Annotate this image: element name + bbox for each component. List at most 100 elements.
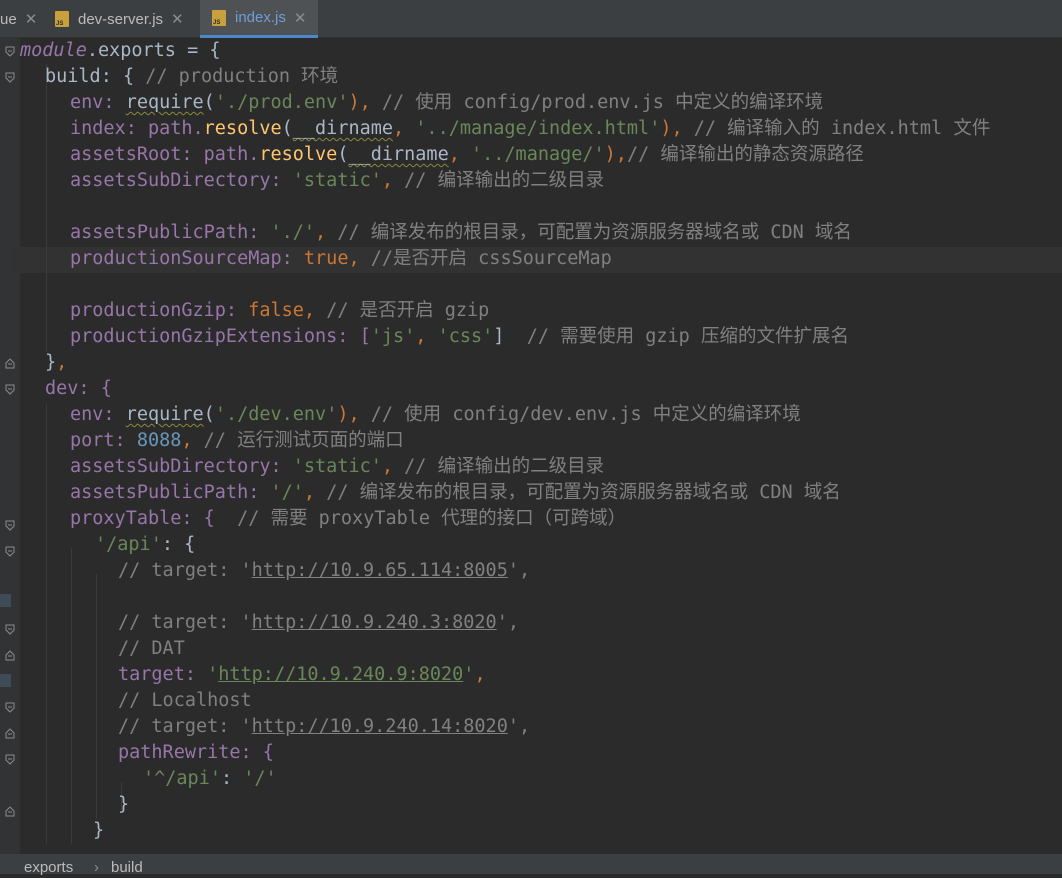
code-url[interactable]: http://10.9.65.114:8005 <box>252 560 508 581</box>
code-comment: // 是否开启 gzip <box>326 300 490 321</box>
code-line-6[interactable]: assetsSubDirectory: 'static', // 编译输出的二级… <box>20 168 604 194</box>
code-line-24[interactable]: // DAT <box>20 636 185 662</box>
tab-label: ue <box>0 10 17 28</box>
code-line-23[interactable]: // target: 'http://10.9.240.3:8020', <box>20 610 519 636</box>
code-line-15[interactable]: env: require('./dev.env'), // 使用 config/… <box>20 402 801 428</box>
code-line-8[interactable]: assetsPublicPath: './', // 编译发布的根目录，可配置为… <box>20 220 852 246</box>
code-line-18[interactable]: assetsPublicPath: '/', // 编译发布的根目录，可配置为资… <box>20 480 841 506</box>
tab-dev-server-js[interactable]: dev-server.js ✕ <box>46 0 200 38</box>
code-line-29[interactable]: '^/api': '/' <box>20 766 277 792</box>
code-line-21[interactable]: // target: 'http://10.9.65.114:8005', <box>20 558 530 584</box>
javascript-file-icon <box>55 11 69 27</box>
tab-partial-vue-file[interactable]: ue ✕ <box>0 0 46 38</box>
fold-close-icon[interactable] <box>5 728 15 739</box>
code-token: env: <box>70 404 126 425</box>
code-line-5[interactable]: assetsRoot: path.resolve(__dirname, '../… <box>20 142 864 168</box>
code-string: 'css' <box>437 326 494 347</box>
code-token: , <box>303 300 327 321</box>
code-token: resolve <box>259 144 338 165</box>
code-token: , <box>303 482 327 503</box>
code-line-9[interactable]: productionSourceMap: true, //是否开启 cssSou… <box>20 246 612 272</box>
code-string: '/' <box>270 482 304 503</box>
code-comment: // 需要使用 gzip 压缩的文件扩展名 <box>526 326 849 347</box>
code-line-12[interactable]: productionGzipExtensions: ['js', 'css'] … <box>20 324 849 350</box>
fold-open-icon[interactable] <box>5 546 15 557</box>
code-line-31[interactable]: } <box>20 818 104 844</box>
code-string: '../manage/index.html' <box>415 118 661 139</box>
code-url[interactable]: http://10.9.240.3:8020 <box>252 612 497 633</box>
code-token: dev: { <box>45 378 112 399</box>
code-token: , <box>315 222 338 243</box>
code-token: .exports = { <box>86 40 221 61</box>
code-comment: // 编译输出的二级目录 <box>404 170 605 191</box>
code-line-11[interactable]: productionGzip: false, // 是否开启 gzip <box>20 298 489 324</box>
close-icon[interactable]: ✕ <box>294 9 307 27</box>
code-token: , <box>381 170 405 191</box>
code-line-26[interactable]: // Localhost <box>20 688 252 714</box>
fold-close-icon[interactable] <box>5 806 15 817</box>
code-line-2[interactable]: build: { // production 环境 <box>20 64 338 90</box>
change-marker[interactable] <box>0 674 11 687</box>
tab-index-js[interactable]: index.js ✕ <box>200 0 318 38</box>
code-number: 8088 <box>136 430 182 451</box>
code-token: pathRewrite: { <box>118 742 274 763</box>
fold-open-icon[interactable] <box>5 624 15 635</box>
code-token: port: <box>70 430 137 451</box>
code-token: ] <box>493 326 527 347</box>
code-line-25[interactable]: target: 'http://10.9.240.9:8020', <box>20 662 486 688</box>
code-token: , <box>381 456 405 477</box>
code-comment: // target: ' <box>118 560 252 581</box>
code-token: __dirname <box>348 144 449 165</box>
fold-open-icon[interactable] <box>5 754 15 765</box>
code-line-3[interactable]: env: require('./prod.env'), // 使用 config… <box>20 90 823 116</box>
close-icon[interactable]: ✕ <box>25 10 38 28</box>
code-token: ( <box>281 118 293 139</box>
code-token: build: { <box>45 66 146 87</box>
fold-close-icon[interactable] <box>5 358 15 369</box>
code-token: assetsSubDirectory: <box>70 456 293 477</box>
code-token: false <box>248 300 304 321</box>
code-token: ( <box>337 144 349 165</box>
code-token: target: <box>118 664 208 685</box>
code-token: , <box>348 248 371 269</box>
change-marker[interactable] <box>0 594 11 607</box>
code-line-1[interactable]: module.exports = { <box>20 38 220 64</box>
fold-open-icon[interactable] <box>5 46 15 57</box>
code-line-19[interactable]: proxyTable: { // 需要 proxyTable 代理的接口（可跨域… <box>20 506 626 532</box>
code-line-17[interactable]: assetsSubDirectory: 'static', // 编译输出的二级… <box>20 454 604 480</box>
fold-open-icon[interactable] <box>5 72 15 83</box>
code-line-28[interactable]: pathRewrite: { <box>20 740 274 766</box>
breadcrumb-item-exports[interactable]: exports <box>24 858 73 878</box>
fold-open-icon[interactable] <box>5 384 15 395</box>
code-line-20[interactable]: '/api': { <box>20 532 195 558</box>
code-comment: // 需要 proxyTable 代理的接口（可跨域） <box>237 508 627 529</box>
code-token: ), <box>604 144 627 165</box>
code-line-30[interactable]: } <box>20 792 129 818</box>
code-string: '^/api' <box>143 768 221 789</box>
code-editor[interactable]: module.exports = { build: { // productio… <box>0 38 1062 854</box>
fold-open-icon[interactable] <box>5 520 15 531</box>
code-line-16[interactable]: port: 8088, // 运行测试页面的端口 <box>20 428 404 454</box>
editor-tab-bar: ue ✕ dev-server.js ✕ index.js ✕ <box>0 0 1062 38</box>
code-token: ), <box>337 404 371 425</box>
close-icon[interactable]: ✕ <box>171 10 184 28</box>
code-token: , <box>56 352 68 373</box>
code-string: './' <box>270 222 316 243</box>
code-token: , <box>393 118 416 139</box>
code-line-13[interactable]: }, <box>20 350 67 376</box>
breadcrumb-item-build[interactable]: build <box>111 858 143 878</box>
code-token: assetsPublicPath: <box>70 482 271 503</box>
fold-close-icon[interactable] <box>5 650 15 661</box>
code-line-4[interactable]: index: path.resolve(__dirname, '../manag… <box>20 116 990 142</box>
code-url[interactable]: http://10.9.240.14:8020 <box>252 716 508 737</box>
code-comment: // production 环境 <box>145 66 339 87</box>
fold-open-icon[interactable] <box>5 702 15 713</box>
code-token: module <box>20 40 87 61</box>
code-comment: // 编译输出的二级目录 <box>404 456 605 477</box>
javascript-file-icon <box>212 9 226 26</box>
code-comment: // 运行测试页面的端口 <box>203 430 404 451</box>
code-line-14[interactable]: dev: { <box>20 376 112 402</box>
code-token: } <box>93 820 105 841</box>
code-line-27[interactable]: // target: 'http://10.9.240.14:8020', <box>20 714 530 740</box>
code-url[interactable]: http://10.9.240.9:8020 <box>218 664 463 685</box>
